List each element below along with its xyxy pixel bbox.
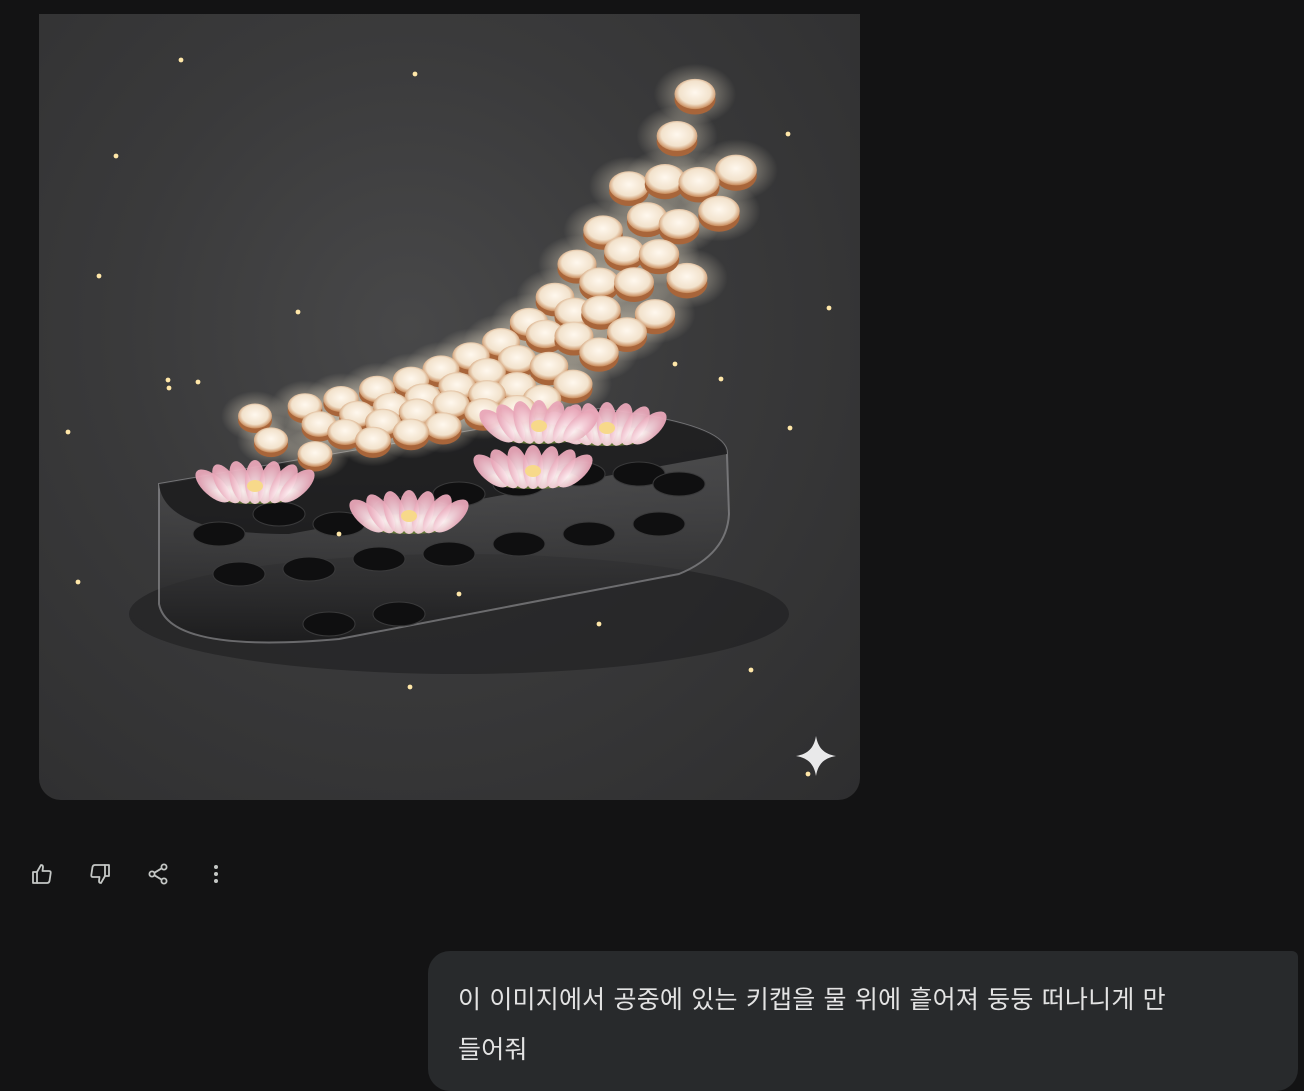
user-message-line-1: 이 이미지에서 공중에 있는 키캡을 물 위에 흩어져 둥둥 떠나니게 만 [458,985,1166,1014]
particle [826,305,832,311]
keycap [355,426,391,458]
particle [96,273,102,279]
particle [113,153,119,159]
keycap [674,78,716,115]
keycap [297,441,333,472]
keycap [253,427,289,458]
thumbs-up-icon [32,864,52,884]
keycap [392,418,430,451]
particle [295,309,301,315]
user-message-line-2: 들어줘 [458,1035,528,1064]
particle [178,57,184,63]
keycap [715,154,757,191]
keycap [698,195,740,232]
more-vertical-icon [214,865,218,883]
keycap [613,267,655,303]
particle [785,131,791,137]
keycap [604,236,644,271]
particle [412,71,418,77]
particle [165,377,171,383]
particle [407,684,413,690]
keycap [609,171,649,206]
image-scene [65,57,832,777]
particle [596,621,602,627]
keycap [579,337,619,372]
keycap [424,412,462,445]
particle [672,361,678,367]
thumbs-down-button[interactable] [80,854,120,894]
share-button[interactable] [138,854,178,894]
particle [456,591,462,597]
particle [75,579,81,585]
particle [748,667,754,673]
particle [195,379,201,385]
thumbs-up-button[interactable] [22,854,62,894]
particle [787,425,793,431]
share-icon [148,863,168,885]
keycap [638,239,680,275]
user-message-bubble: 이 이미지에서 공중에 있는 키캡을 물 위에 흩어져 둥둥 떠나니게 만 들어… [428,951,1298,1091]
particle [166,385,172,391]
response-actions [22,854,254,894]
thumbs-down-icon [90,864,110,884]
keycap [658,208,700,245]
particle [718,376,724,382]
more-options-button[interactable] [196,854,236,894]
particle [336,531,342,537]
sparkle-icon [796,736,836,776]
generated-image[interactable] [39,14,860,800]
particle [65,429,71,435]
keycap [656,120,698,157]
